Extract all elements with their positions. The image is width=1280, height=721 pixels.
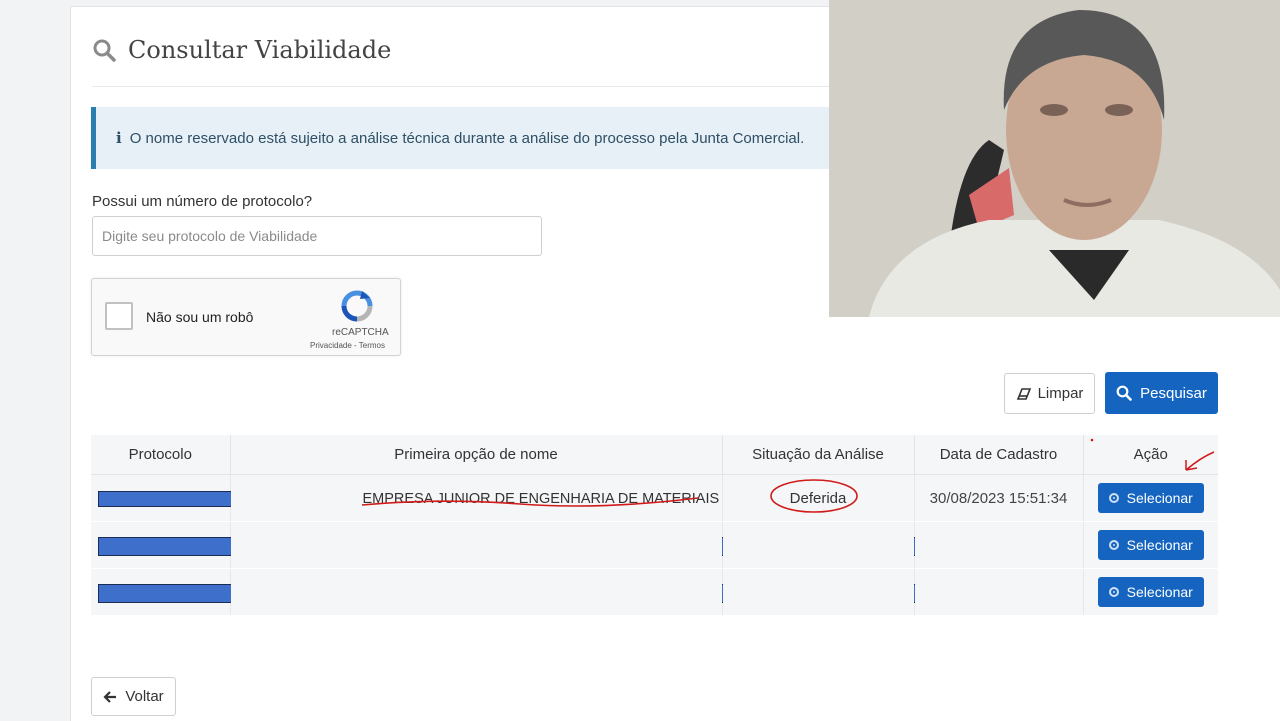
info-icon: i [116, 129, 122, 147]
webcam-overlay [829, 0, 1280, 317]
column-header: Situação da Análise [722, 435, 915, 475]
status-value: Deferida [789, 489, 847, 507]
presenter-video [829, 0, 1280, 317]
cell-action: Selecionar [1083, 474, 1218, 522]
search-icon [1116, 385, 1132, 401]
cell-name [230, 568, 723, 616]
select-button-label: Selecionar [1126, 537, 1193, 553]
select-button-label: Selecionar [1126, 584, 1193, 600]
eraser-icon [1016, 387, 1031, 400]
select-button[interactable]: Selecionar [1097, 577, 1204, 607]
radio-icon [1108, 540, 1119, 550]
cell-name: EMPRESA JUNIOR DE ENGENHARIA DE MATERIAI… [230, 474, 723, 522]
page-title: Consultar Viabilidade [128, 36, 392, 64]
select-button-label: Selecionar [1126, 490, 1193, 506]
search-button-label: Pesquisar [1140, 384, 1207, 402]
back-button[interactable]: Voltar [91, 677, 176, 716]
radio-icon [1108, 587, 1119, 597]
recaptcha-checkbox[interactable] [105, 302, 133, 330]
cell-status [722, 568, 915, 616]
cell-status [722, 521, 915, 569]
results-table: Protocolo Primeira opção de nome Situaçã… [91, 435, 1218, 616]
column-header: Protocolo [91, 435, 231, 475]
recaptcha-brand: reCAPTCHA [332, 327, 389, 338]
cell-protocol [91, 568, 1066, 616]
cell-status: Deferida [722, 474, 915, 522]
cell-protocol [91, 521, 1066, 569]
date-value: 30/08/2023 15:51:34 [929, 489, 1068, 507]
cell-date [914, 521, 1084, 569]
clear-button[interactable]: Limpar [1004, 373, 1095, 414]
column-header: Ação [1083, 435, 1218, 475]
recaptcha-links[interactable]: Privacidade - Termos [310, 341, 385, 350]
cell-action: Selecionar [1083, 568, 1218, 616]
table-row: Selecionar [91, 521, 1218, 569]
back-button-label: Voltar [125, 688, 164, 705]
column-header: Primeira opção de nome [230, 435, 723, 475]
cell-date [914, 568, 1084, 616]
protocol-input[interactable] [92, 216, 542, 256]
radio-icon [1108, 493, 1119, 503]
protocol-label: Possui um número de protocolo? [92, 193, 313, 210]
clear-button-label: Limpar [1037, 385, 1084, 402]
name-value: EMPRESA JUNIOR DE ENGENHARIA DE MATERIAI… [362, 490, 720, 507]
arrow-left-icon [103, 690, 117, 703]
select-button[interactable]: Selecionar [1097, 530, 1204, 560]
page-header: Consultar Viabilidade [92, 36, 391, 64]
cell-protocol [91, 474, 359, 522]
recaptcha-label: Não sou um robô [146, 309, 254, 325]
cell-date: 30/08/2023 15:51:34 [914, 474, 1084, 522]
search-icon [93, 39, 116, 62]
alert-text: O nome reservado está sujeito a análise … [129, 129, 805, 147]
cell-action: Selecionar [1083, 521, 1218, 569]
table-row: Selecionar [91, 568, 1218, 616]
recaptcha-widget: Não sou um robô reCAPTCHA Privacidade - … [91, 278, 401, 356]
cell-name [230, 521, 723, 569]
column-header: Data de Cadastro [914, 435, 1084, 475]
select-button[interactable]: Selecionar [1097, 483, 1204, 513]
recaptcha-logo-icon [341, 290, 373, 322]
table-row: EMPRESA JUNIOR DE ENGENHARIA DE MATERIAI… [91, 474, 1218, 522]
table-header-row: Protocolo Primeira opção de nome Situaçã… [91, 435, 1218, 475]
search-button[interactable]: Pesquisar [1105, 372, 1218, 414]
